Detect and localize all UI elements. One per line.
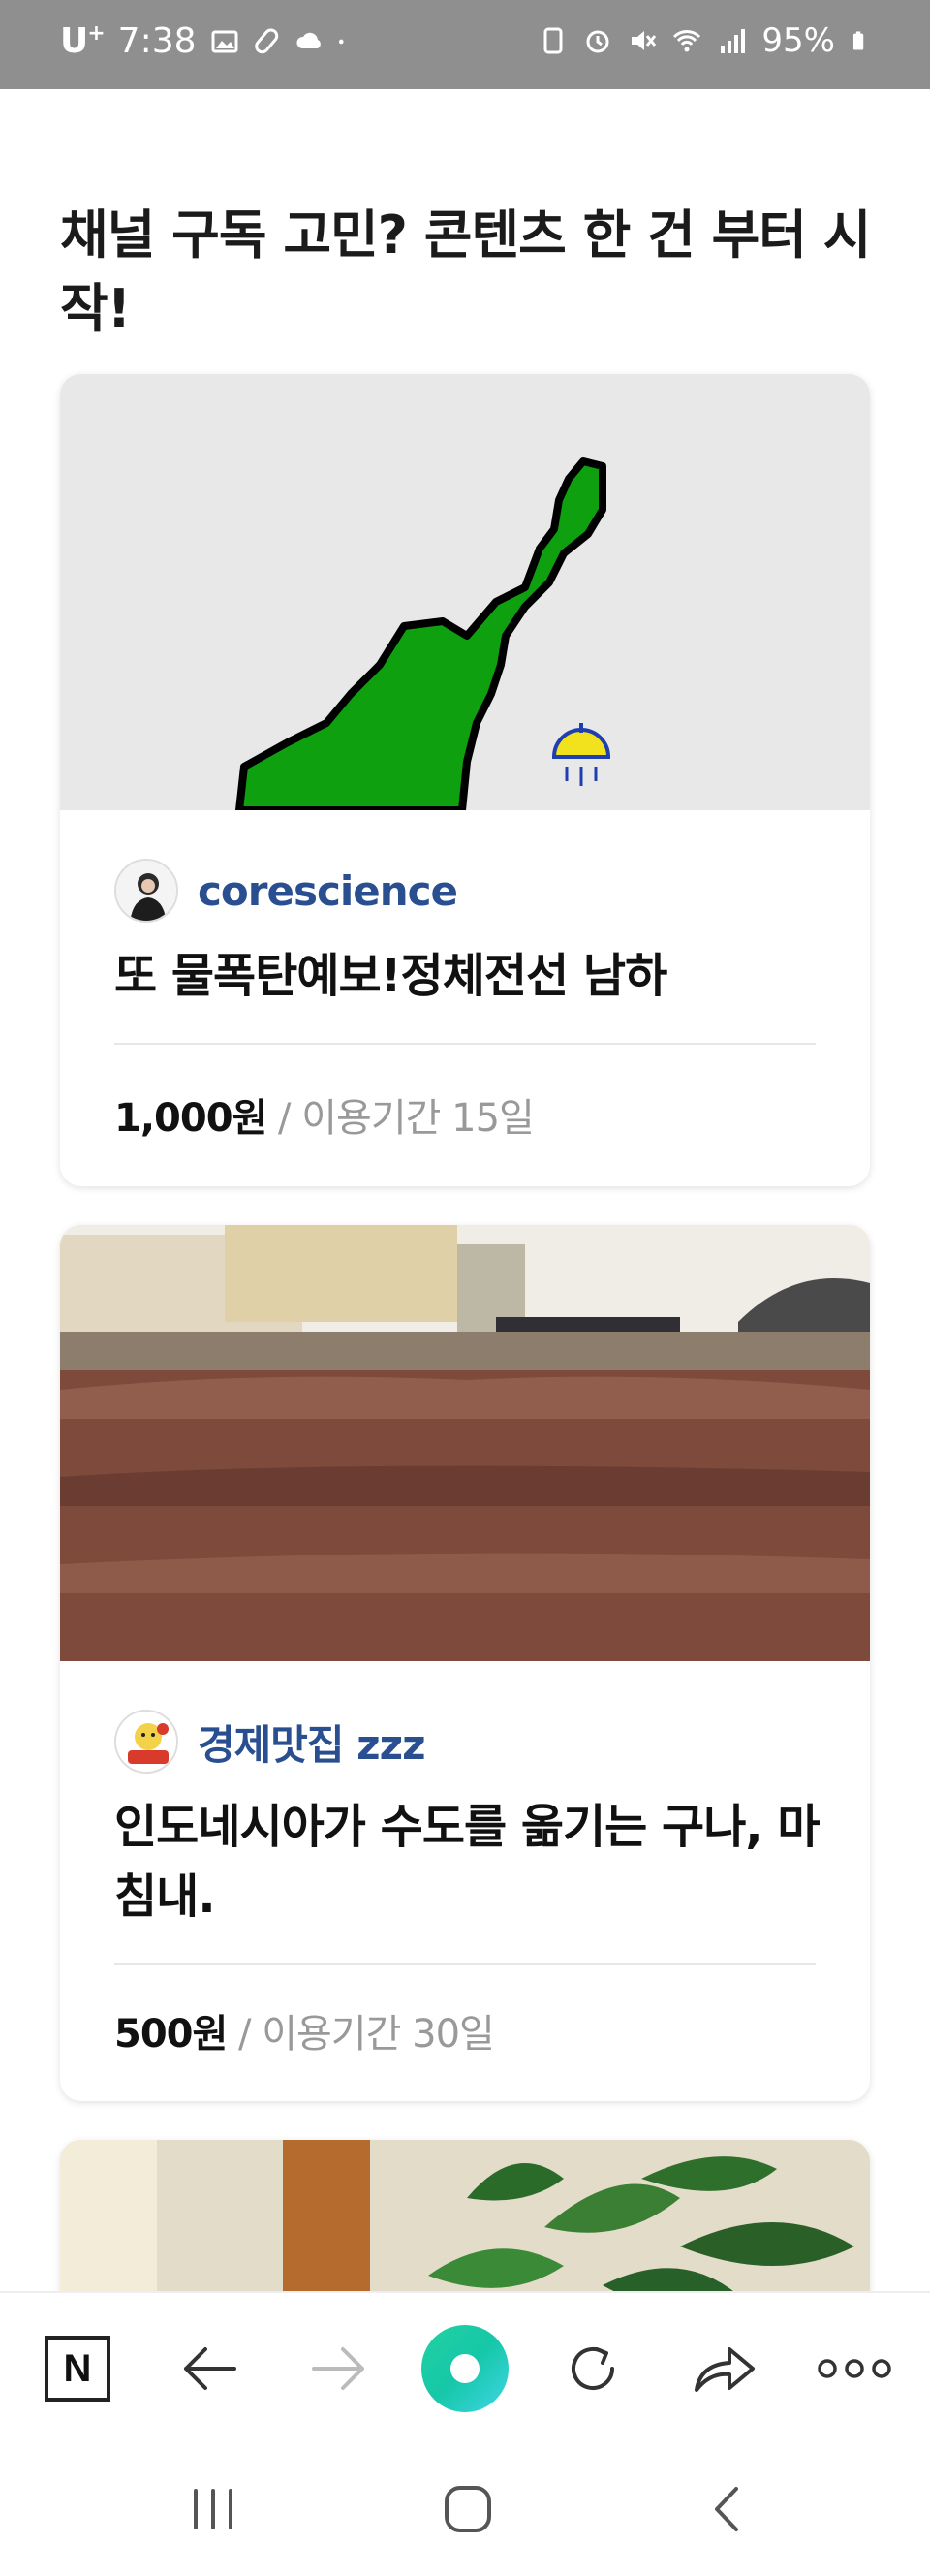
refresh-button[interactable] xyxy=(556,2332,630,2405)
recent-apps-icon[interactable] xyxy=(184,2485,242,2533)
dot-icon xyxy=(338,39,344,44)
card-title[interactable]: 또 물폭탄예보!정체전선 남하 xyxy=(114,941,831,1011)
mute-icon xyxy=(632,31,657,50)
signal-icon xyxy=(721,29,746,53)
arrow-left-icon xyxy=(184,2347,236,2390)
map-illustration xyxy=(235,457,611,810)
recycle-battery-icon xyxy=(543,27,563,54)
share-button[interactable] xyxy=(688,2332,761,2405)
forward-button[interactable] xyxy=(302,2332,376,2405)
carrier-label: U+ xyxy=(60,21,106,61)
card-price: 500원 xyxy=(114,2012,228,2057)
status-bar: U+ 7:38 95% xyxy=(0,0,930,89)
pill-icon xyxy=(254,27,278,53)
card-thumbnail[interactable] xyxy=(60,1225,870,1661)
crowd-photo xyxy=(60,1225,870,1661)
back-nav-icon[interactable] xyxy=(707,2485,746,2533)
status-left: U+ 7:38 xyxy=(60,21,352,61)
card-period: / 이용기간 15일 xyxy=(266,1096,535,1141)
battery-icon xyxy=(852,31,864,50)
home-icon[interactable] xyxy=(442,2483,494,2535)
clock: 7:38 xyxy=(117,21,197,61)
content-card[interactable]: 경제맛집 zzz 인도네시아가 수도를 옮기는 구나, 마침내. 500원 / … xyxy=(60,1225,870,2101)
more-button[interactable] xyxy=(816,2332,893,2405)
card-price: 1,000원 xyxy=(114,1096,267,1141)
content-card[interactable]: corescience 또 물폭탄예보!정체전선 남하 1,000원 / 이용기… xyxy=(60,374,870,1186)
share-icon xyxy=(695,2347,755,2392)
system-nav-bar xyxy=(0,2442,930,2576)
card-title[interactable]: 인도네시아가 수도를 옮기는 구나, 마침내. xyxy=(114,1792,831,1932)
wifi-icon xyxy=(673,30,701,52)
refresh-icon xyxy=(572,2347,614,2390)
green-dot-button[interactable] xyxy=(420,2324,510,2413)
back-button[interactable] xyxy=(172,2332,246,2405)
green-dot-icon xyxy=(421,2325,509,2412)
naver-home-button[interactable]: N xyxy=(41,2332,114,2405)
card-price-line: 500원 / 이용기간 30일 xyxy=(114,2002,495,2058)
more-icon xyxy=(818,2359,891,2378)
card-author[interactable]: 경제맛집 zzz xyxy=(114,1710,426,1774)
card-divider xyxy=(114,1963,816,1965)
card-period: / 이용기간 30일 xyxy=(227,2012,495,2057)
author-name: 경제맛집 zzz xyxy=(198,1720,426,1769)
naver-n-icon: N xyxy=(45,2336,110,2402)
page-headline: 채널 구독 고민? 콘텐츠 한 건 부터 시작! xyxy=(60,204,871,339)
arrow-right-icon xyxy=(312,2347,364,2390)
author-avatar xyxy=(114,859,178,923)
card-divider xyxy=(114,1043,816,1045)
cloud-icon xyxy=(295,32,321,48)
author-name: corescience xyxy=(198,866,458,915)
card-thumbnail[interactable] xyxy=(60,374,870,810)
battery-percent: 95% xyxy=(761,21,835,60)
browser-toolbar: N xyxy=(0,2291,930,2442)
author-avatar xyxy=(114,1710,178,1774)
card-author[interactable]: corescience xyxy=(114,859,458,923)
status-right: 95% xyxy=(539,21,872,60)
card-price-line: 1,000원 / 이용기간 15일 xyxy=(114,1086,535,1143)
alarm-icon xyxy=(586,30,609,53)
gallery-icon xyxy=(211,30,238,52)
